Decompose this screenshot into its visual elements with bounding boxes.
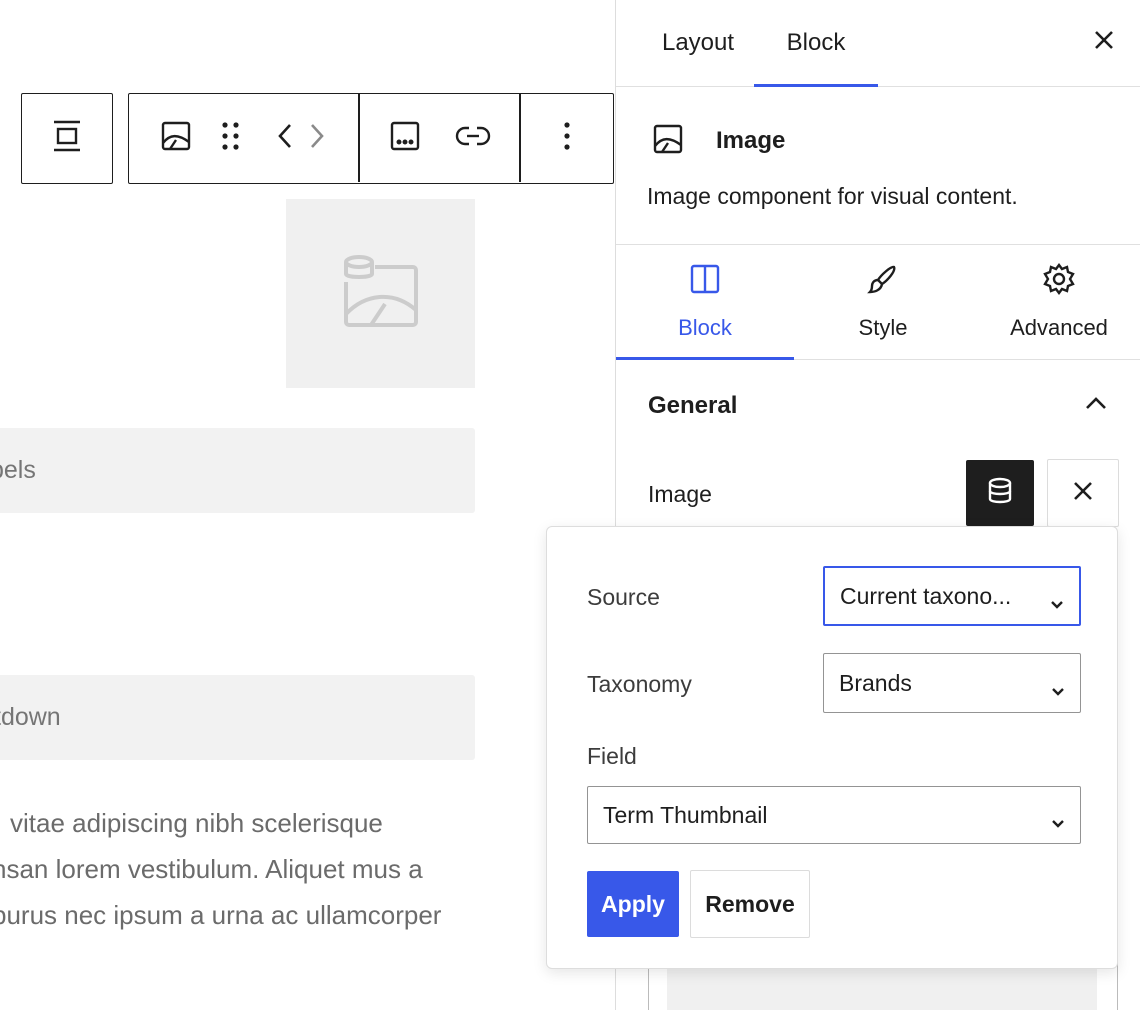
apply-button[interactable]: Apply (587, 871, 679, 937)
source-select[interactable]: Current taxono... (823, 566, 1081, 626)
image-icon (652, 123, 684, 160)
link-icon (455, 124, 491, 153)
block-type-button[interactable] (151, 94, 201, 182)
drag-handle[interactable] (211, 94, 251, 182)
taxonomy-value: Brands (839, 669, 912, 696)
toolbar-align-group (21, 93, 113, 184)
close-icon (1094, 30, 1114, 55)
tab-label: Layout (661, 29, 735, 56)
align-button[interactable] (22, 94, 111, 182)
options-button[interactable] (541, 94, 593, 182)
tab-block-settings[interactable]: Block (616, 245, 794, 360)
drag-handle-icon (220, 121, 242, 156)
tab-label: Block (678, 315, 732, 340)
caption-icon (389, 120, 421, 157)
block-toolbar (128, 93, 614, 184)
tab-layout[interactable]: Layout (638, 0, 758, 86)
move-left-button[interactable] (271, 94, 299, 182)
image-database-icon (343, 254, 419, 333)
more-vertical-icon (563, 121, 571, 156)
image-icon (160, 120, 192, 157)
link-button[interactable] (447, 94, 499, 182)
block-card: Image Image component for visual content… (616, 87, 1140, 245)
field-select[interactable]: Term Thumbnail (587, 786, 1081, 844)
caption-button[interactable] (379, 94, 431, 182)
gear-icon (1043, 263, 1075, 301)
database-icon (986, 477, 1014, 510)
toolbar-separator (358, 94, 360, 182)
canvas-paragraph[interactable]: vitae adipiscing nibh scelerisque nsan l… (0, 800, 480, 938)
tab-style[interactable]: Style (794, 245, 972, 359)
tab-label: Advanced (1010, 315, 1108, 340)
columns-icon (689, 263, 721, 301)
chevron-right-icon (309, 122, 325, 155)
chevron-left-icon (277, 122, 293, 155)
brush-icon (867, 263, 899, 301)
clear-image-button[interactable] (1047, 459, 1119, 527)
tab-block[interactable]: Block (754, 0, 878, 87)
remove-button[interactable]: Remove (690, 870, 810, 938)
editor-canvas: bels tdown vitae adipiscing nibh sceleri… (0, 0, 615, 1010)
paragraph-line: purus nec ipsum a urna ac ullamcorper (0, 900, 442, 930)
move-right-button[interactable] (303, 94, 331, 182)
general-panel-toggle[interactable]: General (616, 360, 1140, 450)
chevron-up-icon (1082, 390, 1110, 423)
source-label: Source (587, 584, 660, 610)
tab-label: Block (786, 29, 846, 56)
chevron-down-icon (1050, 809, 1066, 836)
align-center-icon (51, 119, 83, 158)
paragraph-line: vitae adipiscing nibh scelerisque (10, 808, 383, 838)
field-label: Field (587, 743, 637, 769)
chevron-down-icon (1050, 677, 1066, 704)
close-sidebar-button[interactable] (1084, 22, 1124, 62)
source-value: Current taxono... (840, 582, 1012, 609)
image-field-label: Image (648, 481, 712, 507)
canvas-field-labels[interactable]: bels (0, 428, 475, 513)
tab-label: Style (858, 315, 908, 340)
inspector-tabs: Block Style Advanced (616, 245, 1140, 360)
dynamic-data-button[interactable] (966, 460, 1034, 526)
dynamic-source-popover: Source Current taxono... Taxonomy Brands… (546, 526, 1118, 969)
sidebar-tabs: Layout Block (616, 0, 1140, 87)
canvas-field-countdown[interactable]: tdown (0, 675, 475, 760)
taxonomy-select[interactable]: Brands (823, 653, 1081, 713)
close-icon (1073, 481, 1093, 506)
tab-advanced[interactable]: Advanced (972, 245, 1140, 359)
image-placeholder[interactable] (286, 199, 475, 388)
toolbar-separator (519, 94, 521, 182)
panel-title: General (648, 392, 738, 419)
paragraph-line: nsan lorem vestibulum. Aliquet mus a (0, 854, 423, 884)
field-value: Term Thumbnail (603, 801, 768, 828)
taxonomy-label: Taxonomy (587, 671, 692, 697)
chevron-down-icon (1049, 590, 1065, 617)
block-title: Image (716, 127, 786, 154)
block-description: Image component for visual content. (647, 183, 1018, 209)
